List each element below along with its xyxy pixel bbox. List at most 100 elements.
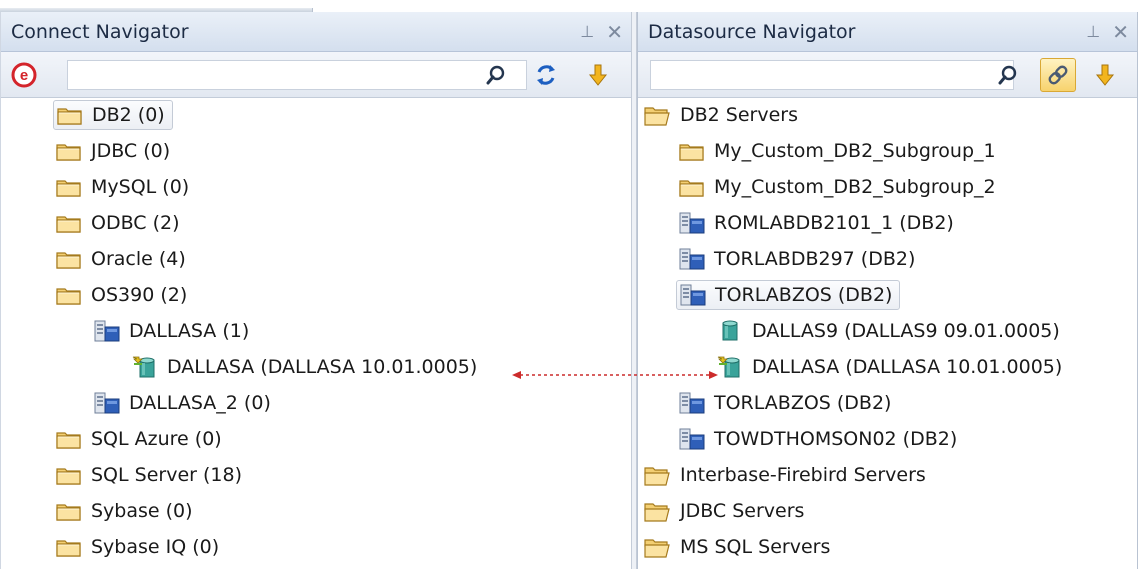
pin-icon[interactable]: ⊥ (580, 24, 594, 40)
tree-node[interactable]: DALLAS9 (DALLAS9 09.01.0005) (714, 316, 1067, 346)
tree-node[interactable]: My_Custom_DB2_Subgroup_2 (676, 172, 1003, 202)
pin-icon[interactable]: ⊥ (1086, 24, 1100, 40)
tree-node[interactable]: TORLABZOS (DB2) (676, 388, 898, 418)
connect-navigator-titlebar: Connect Navigator ⊥ ✕ (1, 12, 631, 52)
tree-node[interactable]: DB2 Servers (642, 100, 805, 130)
server-icon (678, 392, 706, 414)
tree-node-label: DALLASA_2 (0) (129, 392, 271, 414)
tree-node-label: TORLABZOS (DB2) (715, 284, 893, 306)
tree-node[interactable]: TOWDTHOMSON02 (DB2) (676, 424, 964, 454)
tree-node[interactable]: TORLABDB297 (DB2) (676, 244, 922, 274)
tree-node-label: DALLAS9 (DALLAS9 09.01.0005) (752, 320, 1060, 342)
tree-node[interactable]: SQL Server (18) (53, 460, 249, 490)
connected-database-icon (131, 356, 159, 378)
server-icon (679, 284, 707, 306)
tree-node-label: TOWDTHOMSON02 (DB2) (714, 428, 958, 450)
tree-node-label: MS SQL Servers (680, 536, 831, 558)
panel-title: Datasource Navigator (648, 21, 856, 43)
search-icon[interactable] (993, 60, 1023, 90)
tree-node-label: Interbase-Firebird Servers (680, 464, 926, 486)
folder-icon (55, 176, 83, 198)
tree-node-label: OS390 (2) (91, 284, 188, 306)
tree-node[interactable]: ODBC (2) (53, 208, 187, 238)
tree-node-label: DALLASA (1) (129, 320, 250, 342)
search-input[interactable] (68, 61, 526, 89)
tree-node-label: SQL Azure (0) (91, 428, 222, 450)
search-input[interactable] (651, 61, 1013, 89)
tree-node-label: Sybase (0) (91, 500, 193, 522)
folder-icon (55, 428, 83, 450)
tree-node[interactable]: Oracle (4) (53, 244, 193, 274)
tree-node-label: JDBC Servers (680, 500, 805, 522)
server-icon (678, 212, 706, 234)
tree-node[interactable]: Interbase-Firebird Servers (642, 460, 933, 490)
tree-node-label: MySQL (0) (91, 176, 190, 198)
tree-node[interactable]: My_Custom_DB2_Subgroup_1 (676, 136, 1003, 166)
server-icon (678, 428, 706, 450)
refresh-icon[interactable] (531, 60, 561, 90)
tree-node[interactable]: TORLABZOS (DB2) (676, 280, 901, 310)
tree-node-label: DALLASA (DALLASA 10.01.0005) (167, 356, 478, 378)
tree-node-label: ODBC (2) (91, 212, 180, 234)
datasource-navigator-panel: Datasource Navigator ⊥ ✕ DB2 Servers My_… (637, 12, 1138, 569)
tree-node-label: Oracle (4) (91, 248, 186, 270)
datasource-tree: DB2 Servers My_Custom_DB2_Subgroup_1 My_… (638, 98, 1137, 569)
datasource-navigator-titlebar: Datasource Navigator ⊥ ✕ (638, 12, 1137, 52)
search-box[interactable] (650, 60, 1014, 90)
open-folder-icon (644, 104, 672, 126)
tree-node[interactable]: JDBC Servers (642, 496, 811, 526)
tree-node-label: My_Custom_DB2_Subgroup_1 (714, 140, 996, 162)
tree-node[interactable]: JDBC (0) (53, 136, 177, 166)
folder-icon (55, 212, 83, 234)
svg-text:e: e (20, 67, 28, 84)
database-icon (716, 320, 744, 342)
logo-e-icon: e (9, 60, 39, 90)
link-icon[interactable] (1040, 58, 1076, 92)
tree-node[interactable]: DB2 (0) (53, 100, 173, 130)
datasource-navigator-toolbar (638, 52, 1137, 98)
close-icon[interactable]: ✕ (606, 22, 623, 42)
tree-node[interactable]: MS SQL Servers (642, 532, 837, 562)
connected-database-icon (716, 356, 744, 378)
tree-node-label: DB2 Servers (680, 104, 798, 126)
folder-icon (56, 104, 84, 126)
folder-icon (55, 500, 83, 522)
connect-navigator-panel: Connect Navigator ⊥ ✕ e DB2 (0) JDBC (0)… (0, 12, 632, 569)
folder-icon (55, 536, 83, 558)
tree-node-label: My_Custom_DB2_Subgroup_2 (714, 176, 996, 198)
tree-node-label: TORLABZOS (DB2) (714, 392, 892, 414)
server-icon (678, 248, 706, 270)
panel-title: Connect Navigator (11, 21, 189, 43)
open-folder-icon (644, 500, 672, 522)
arrow-down-icon[interactable] (1090, 60, 1120, 90)
open-folder-icon (644, 464, 672, 486)
tree-node-label: SQL Server (18) (91, 464, 242, 486)
folder-icon (678, 140, 706, 162)
tree-node[interactable]: Sybase (0) (53, 496, 200, 526)
search-box[interactable] (67, 60, 527, 90)
open-folder-icon (644, 536, 672, 558)
tree-node[interactable]: OS390 (2) (53, 280, 194, 310)
close-icon[interactable]: ✕ (1112, 22, 1129, 42)
tree-node-label: JDBC (0) (91, 140, 171, 162)
folder-icon (55, 140, 83, 162)
folder-icon (55, 464, 83, 486)
tree-node[interactable]: Sybase IQ (0) (53, 532, 226, 562)
tree-node-label: ROMLABDB2101_1 (DB2) (714, 212, 954, 234)
connect-navigator-toolbar: e (1, 52, 631, 98)
folder-icon (678, 176, 706, 198)
tree-node[interactable]: DALLASA (DALLASA 10.01.0005) (714, 352, 1069, 382)
server-icon (93, 320, 121, 342)
tree-node-label: Sybase IQ (0) (91, 536, 220, 558)
search-icon[interactable] (481, 60, 511, 90)
tree-node[interactable]: MySQL (0) (53, 172, 196, 202)
arrow-down-icon[interactable] (583, 60, 613, 90)
server-icon (93, 392, 121, 414)
connect-tree: DB2 (0) JDBC (0) MySQL (0) ODBC (2) Orac… (1, 98, 631, 569)
folder-icon (55, 248, 83, 270)
tree-node[interactable]: ROMLABDB2101_1 (DB2) (676, 208, 961, 238)
tree-node[interactable]: DALLASA (DALLASA 10.01.0005) (129, 352, 484, 382)
tree-node[interactable]: SQL Azure (0) (53, 424, 229, 454)
tree-node[interactable]: DALLASA_2 (0) (91, 388, 278, 418)
tree-node[interactable]: DALLASA (1) (91, 316, 256, 346)
